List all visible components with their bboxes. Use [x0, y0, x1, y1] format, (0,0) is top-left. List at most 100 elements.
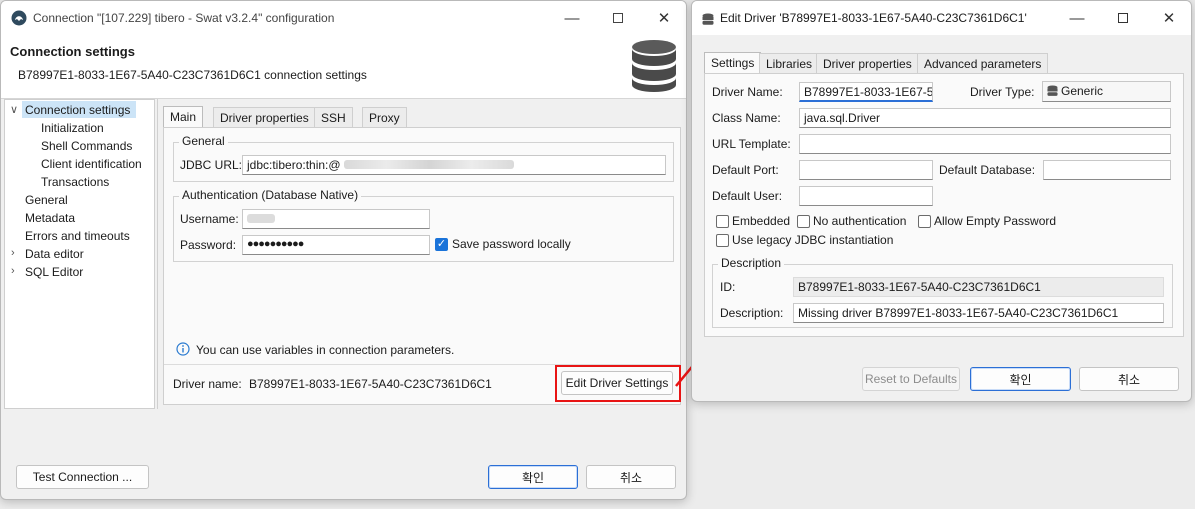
- authentication-group-label: Authentication (Database Native): [179, 188, 362, 202]
- expand-caret-icon[interactable]: ›: [11, 247, 15, 259]
- jdbc-url-label: JDBC URL:: [180, 158, 243, 172]
- ok-button[interactable]: 확인: [970, 367, 1071, 391]
- description-label: Description:: [720, 306, 784, 320]
- default-user-label: Default User:: [712, 189, 783, 203]
- settings-tab-panel: Driver Name: B78997E1-8033-1E67-5A40-C23…: [704, 73, 1184, 337]
- page-title: Connection settings: [10, 44, 135, 59]
- driver-type-db-icon: [1047, 85, 1058, 100]
- maximize-button[interactable]: [1102, 6, 1144, 30]
- ok-button[interactable]: 확인: [488, 465, 578, 489]
- tree-item-metadata[interactable]: Metadata: [25, 211, 75, 225]
- close-button[interactable]: ✕: [643, 6, 685, 30]
- tree-item-transactions[interactable]: Transactions: [41, 175, 109, 189]
- database-icon: [631, 39, 677, 96]
- allow-empty-password-checkbox[interactable]: [918, 215, 931, 228]
- class-name-input[interactable]: java.sql.Driver: [799, 108, 1171, 128]
- driver-name-value: B78997E1-8033-1E67-5A40-C23C7361D6C1: [804, 85, 933, 99]
- driver-name-input[interactable]: B78997E1-8033-1E67-5A40-C23C7361D6C1: [799, 82, 933, 102]
- edit-driver-window: Edit Driver 'B78997E1-8033-1E67-5A40-C23…: [691, 0, 1192, 402]
- username-label: Username:: [180, 212, 239, 226]
- driver-type-label: Driver Type:: [970, 85, 1035, 99]
- legacy-jdbc-checkbox[interactable]: [716, 234, 729, 247]
- id-value: B78997E1-8033-1E67-5A40-C23C7361D6C1: [798, 280, 1041, 294]
- save-password-checkbox[interactable]: ✓: [435, 238, 448, 251]
- description-group-label: Description: [718, 256, 785, 270]
- driver-name-value: B78997E1-8033-1E67-5A40-C23C7361D6C1: [249, 377, 492, 391]
- no-authentication-label[interactable]: No authentication: [813, 214, 906, 228]
- main-tab-panel: General JDBC URL: jdbc:tibero:thin:@ Aut…: [163, 127, 681, 405]
- embedded-label[interactable]: Embedded: [732, 214, 790, 228]
- maximize-button[interactable]: [597, 6, 639, 30]
- test-connection-button[interactable]: Test Connection ...: [16, 465, 149, 489]
- no-authentication-checkbox[interactable]: [797, 215, 810, 228]
- driver-type-select[interactable]: Generic: [1042, 81, 1171, 102]
- save-password-label[interactable]: Save password locally: [452, 237, 571, 251]
- default-database-input[interactable]: [1043, 160, 1171, 180]
- tree-item-data-editor[interactable]: Data editor: [25, 247, 84, 261]
- connection-config-window: Connection "[107.229] tibero - Swat v3.2…: [0, 0, 687, 500]
- url-template-label: URL Template:: [712, 137, 791, 151]
- left-window-title: Connection "[107.229] tibero - Swat v3.2…: [33, 11, 335, 25]
- left-header: Connection settings B78997E1-8033-1E67-5…: [1, 35, 686, 99]
- redacted-username: [247, 214, 275, 223]
- default-database-label: Default Database:: [939, 163, 1036, 177]
- legacy-jdbc-label[interactable]: Use legacy JDBC instantiation: [732, 233, 893, 247]
- cancel-button[interactable]: 취소: [586, 465, 676, 489]
- page-subtitle: B78997E1-8033-1E67-5A40-C23C7361D6C1 con…: [18, 68, 367, 82]
- tree-item-initialization[interactable]: Initialization: [41, 121, 104, 135]
- id-label: ID:: [720, 280, 736, 294]
- driver-name-label: Driver Name:: [712, 85, 783, 99]
- tab-advanced-parameters[interactable]: Advanced parameters: [917, 53, 1049, 74]
- left-titlebar: Connection "[107.229] tibero - Swat v3.2…: [1, 1, 686, 35]
- description-input[interactable]: Missing driver B78997E1-8033-1E67-5A40-C…: [793, 303, 1164, 323]
- tree-item-shell-commands[interactable]: Shell Commands: [41, 139, 132, 153]
- tab-driver-properties[interactable]: Driver properties: [213, 107, 316, 128]
- driver-name-label: Driver name:: [173, 377, 242, 391]
- tree-item-client-identification[interactable]: Client identification: [41, 157, 142, 171]
- tab-ssh[interactable]: SSH: [314, 107, 353, 128]
- jdbc-url-value: jdbc:tibero:thin:@: [247, 158, 341, 172]
- info-icon: [176, 342, 190, 359]
- redacted-host: [343, 160, 514, 169]
- embedded-checkbox[interactable]: [716, 215, 729, 228]
- settings-tree: ∨ Connection settings Initialization She…: [4, 99, 155, 409]
- tab-proxy[interactable]: Proxy: [362, 107, 407, 128]
- right-titlebar: Edit Driver 'B78997E1-8033-1E67-5A40-C23…: [692, 1, 1191, 35]
- tree-item-sql-editor[interactable]: SQL Editor: [25, 265, 83, 279]
- driver-db-icon: [702, 13, 718, 29]
- allow-empty-password-label[interactable]: Allow Empty Password: [934, 214, 1056, 228]
- id-field: B78997E1-8033-1E67-5A40-C23C7361D6C1: [793, 277, 1164, 297]
- expand-caret-icon[interactable]: ›: [11, 265, 15, 277]
- url-template-input[interactable]: [799, 134, 1171, 154]
- info-text: You can use variables in connection para…: [196, 343, 455, 357]
- tree-item-errors-timeouts[interactable]: Errors and timeouts: [25, 229, 130, 243]
- tab-libraries[interactable]: Libraries: [759, 53, 820, 74]
- tree-item-connection-settings-label[interactable]: Connection settings: [25, 103, 130, 117]
- reset-to-defaults-button[interactable]: Reset to Defaults: [862, 367, 960, 391]
- app-logo-icon: [11, 10, 27, 26]
- expand-caret-icon[interactable]: ∨: [10, 103, 18, 116]
- minimize-button[interactable]: —: [551, 6, 593, 30]
- tab-settings[interactable]: Settings: [704, 52, 762, 74]
- class-name-label: Class Name:: [712, 111, 781, 125]
- default-user-input[interactable]: [799, 186, 933, 206]
- tree-item-general[interactable]: General: [25, 193, 68, 207]
- general-group-label: General: [179, 134, 228, 148]
- password-mask: ●●●●●●●●●●: [247, 238, 304, 250]
- driver-type-value: Generic: [1061, 84, 1104, 98]
- edit-driver-settings-button[interactable]: Edit Driver Settings: [561, 371, 673, 395]
- tab-driver-properties[interactable]: Driver properties: [816, 53, 919, 74]
- right-window-title: Edit Driver 'B78997E1-8033-1E67-5A40-C23…: [720, 11, 1027, 25]
- class-name-value: java.sql.Driver: [804, 111, 881, 125]
- default-port-label: Default Port:: [712, 163, 779, 177]
- default-port-input[interactable]: [799, 160, 933, 180]
- username-input[interactable]: [242, 209, 430, 229]
- tab-main[interactable]: Main: [163, 106, 204, 128]
- minimize-button[interactable]: —: [1056, 6, 1098, 30]
- jdbc-url-input[interactable]: jdbc:tibero:thin:@: [242, 155, 666, 175]
- description-value: Missing driver B78997E1-8033-1E67-5A40-C…: [798, 306, 1119, 320]
- password-input[interactable]: ●●●●●●●●●●: [242, 235, 430, 255]
- cancel-button[interactable]: 취소: [1079, 367, 1179, 391]
- password-label: Password:: [180, 238, 237, 252]
- close-button[interactable]: ✕: [1148, 6, 1190, 30]
